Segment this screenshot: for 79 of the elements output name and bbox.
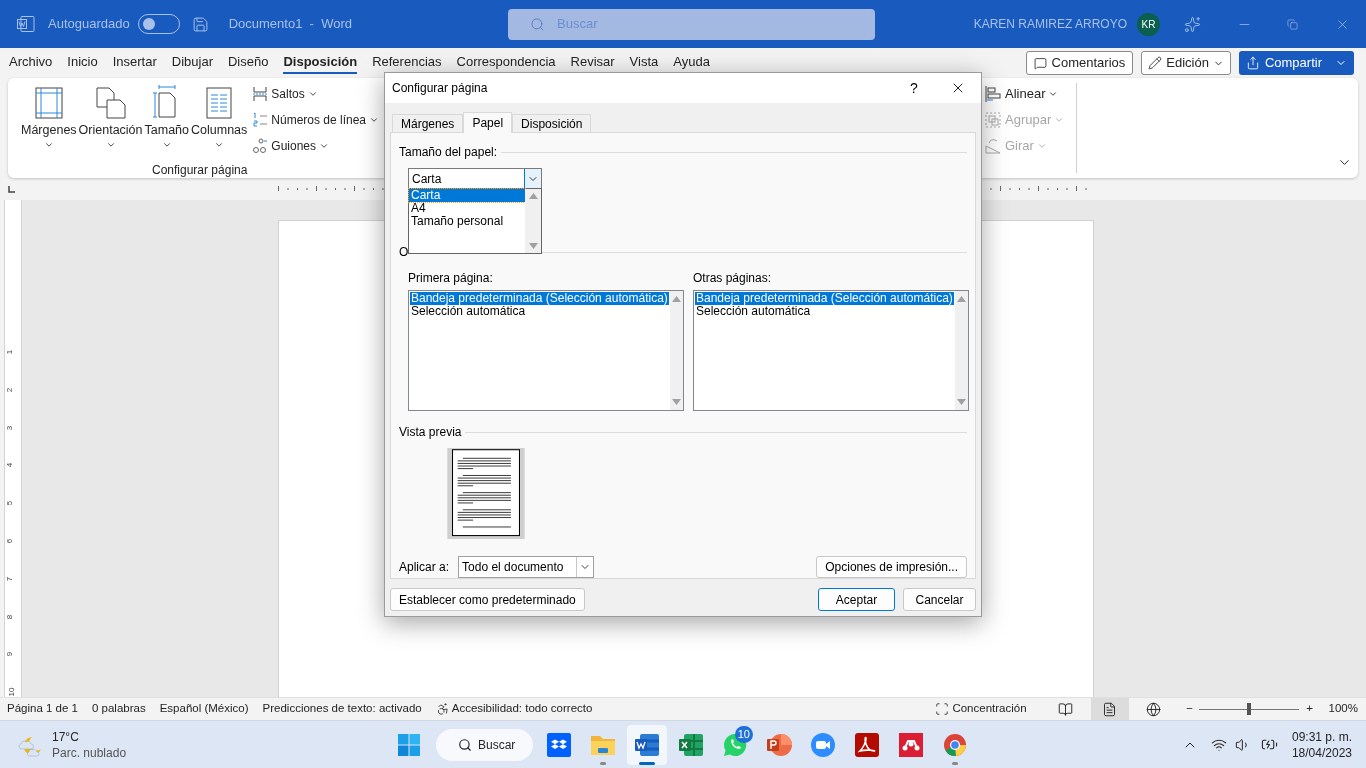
- field-label: Aplicar a:: [399, 559, 450, 576]
- ruler-number: 10: [8, 687, 17, 697]
- list-option[interactable]: Bandeja predeterminada (Selección automática): [695, 292, 954, 305]
- menu-tab[interactable]: Inicio: [67, 52, 98, 74]
- ruler-number: 2: [6, 387, 15, 392]
- ruler-number: 3: [6, 425, 15, 430]
- weather-temperature[interactable]: 17°C: [52, 728, 127, 745]
- weather-description[interactable]: Parc. nublado: [52, 744, 127, 761]
- focus-button[interactable]: Concentración: [935, 700, 1027, 718]
- menu-tab[interactable]: Ayuda: [673, 52, 710, 74]
- list-option[interactable]: Selección automática: [695, 305, 954, 318]
- menu-tab[interactable]: Referencias: [372, 52, 442, 74]
- ribbon-button[interactable]: Márgenes: [20, 84, 78, 150]
- editing-button[interactable]: Edición: [1141, 51, 1231, 75]
- ruler-number: 8: [6, 614, 15, 619]
- clock-time[interactable]: 09:31 p. m.: [1291, 728, 1352, 745]
- zoom-out-button[interactable]: −: [1182, 700, 1197, 718]
- dialog-title: Configurar página: [392, 80, 489, 97]
- ribbon-button[interactable]: Alinear: [984, 84, 1076, 104]
- clock-date[interactable]: 18/04/2023: [1291, 744, 1352, 761]
- taskbar-app[interactable]: 10: [715, 724, 755, 765]
- list-option[interactable]: Bandeja predeterminada (Selección automática): [410, 292, 669, 305]
- menu-tab[interactable]: Diseño: [228, 52, 269, 74]
- ribbon-button[interactable]: Números de línea: [252, 110, 379, 130]
- ruler-number: 1: [6, 349, 15, 355]
- ruler-number: 4: [6, 463, 15, 468]
- menu-tab[interactable]: Disposición: [283, 52, 358, 74]
- paper-size-select[interactable]: Carta: [408, 168, 542, 189]
- ribbon-button[interactable]: Orientación: [77, 84, 144, 150]
- taskbar-search[interactable]: Buscar: [436, 728, 533, 761]
- ruler-number: 7: [6, 576, 15, 581]
- menu-tab[interactable]: Correspondencia: [456, 52, 556, 74]
- apply-to-select[interactable]: Todo el documento: [458, 556, 595, 578]
- help-button[interactable]: ?: [899, 74, 929, 102]
- ribbon-button[interactable]: Saltos: [252, 84, 318, 104]
- cancel-button[interactable]: Cancelar: [903, 588, 976, 611]
- ok-button[interactable]: Aceptar: [818, 588, 895, 611]
- dropdown-option[interactable]: Carta: [409, 189, 525, 202]
- list-label: Otras páginas:: [693, 270, 773, 287]
- list-option[interactable]: Selección automática: [410, 305, 669, 318]
- user-avatar[interactable]: KR: [1137, 12, 1160, 36]
- user-name: KAREN RAMIREZ ARROYO: [973, 16, 1127, 33]
- status-text[interactable]: Página 1 de 1: [7, 700, 78, 718]
- dropdown-option[interactable]: Tamaño personal: [409, 215, 525, 228]
- document-title: Documento1 - Word: [228, 15, 352, 34]
- menu-tab[interactable]: Vista: [629, 52, 659, 74]
- notification-badge: 10: [734, 725, 753, 743]
- accessibility-status[interactable]: Accesibilidad: todo correcto: [451, 700, 593, 718]
- dropdown-option[interactable]: A4: [409, 202, 525, 215]
- ruler-number: 6: [6, 538, 15, 544]
- menu-tab[interactable]: Dibujar: [171, 52, 213, 74]
- list-label: Primera página:: [408, 270, 494, 287]
- autosave-label: Autoguardado: [48, 15, 130, 34]
- ruler-number: 5: [6, 500, 15, 506]
- zoom-in-button[interactable]: +: [1302, 700, 1317, 718]
- set-default-button[interactable]: Establecer como predeterminado: [390, 588, 585, 611]
- ribbon-button[interactable]: Columnas: [190, 84, 249, 150]
- status-text[interactable]: 0 palabras: [92, 700, 146, 718]
- menu-tab[interactable]: Insertar: [112, 52, 157, 74]
- comments-button[interactable]: Comentarios: [1025, 51, 1134, 75]
- group-label: Configurar página: [152, 162, 249, 179]
- tray-listbox[interactable]: Bandeja predeterminada (Selección automática) Selección automática: [693, 290, 969, 411]
- dialog-tab[interactable]: Márgenes: [392, 114, 464, 132]
- zoom-level[interactable]: 100%: [1328, 700, 1358, 718]
- menu-tab[interactable]: Archivo: [9, 52, 53, 74]
- status-text[interactable]: Español (México): [159, 700, 249, 718]
- print-options-button[interactable]: Opciones de impresión...: [816, 556, 967, 578]
- dialog-tab[interactable]: Papel: [463, 112, 513, 133]
- section-label: Tamaño del papel:: [399, 144, 498, 161]
- section-label: Vista previa: [399, 424, 462, 441]
- ribbon-button[interactable]: Tamaño: [143, 84, 190, 150]
- ribbon-button[interactable]: Guiones: [252, 136, 329, 156]
- share-button[interactable]: Compartir: [1238, 51, 1354, 75]
- status-text[interactable]: Predicciones de texto: activado: [262, 700, 422, 718]
- dialog-tab[interactable]: Disposición: [512, 114, 592, 132]
- tray-listbox[interactable]: Bandeja predeterminada (Selección automática) Selección automática: [408, 290, 684, 411]
- ruler-number: 9: [6, 652, 15, 657]
- menu-tab[interactable]: Revisar: [570, 52, 615, 74]
- section-label: O: [399, 244, 409, 261]
